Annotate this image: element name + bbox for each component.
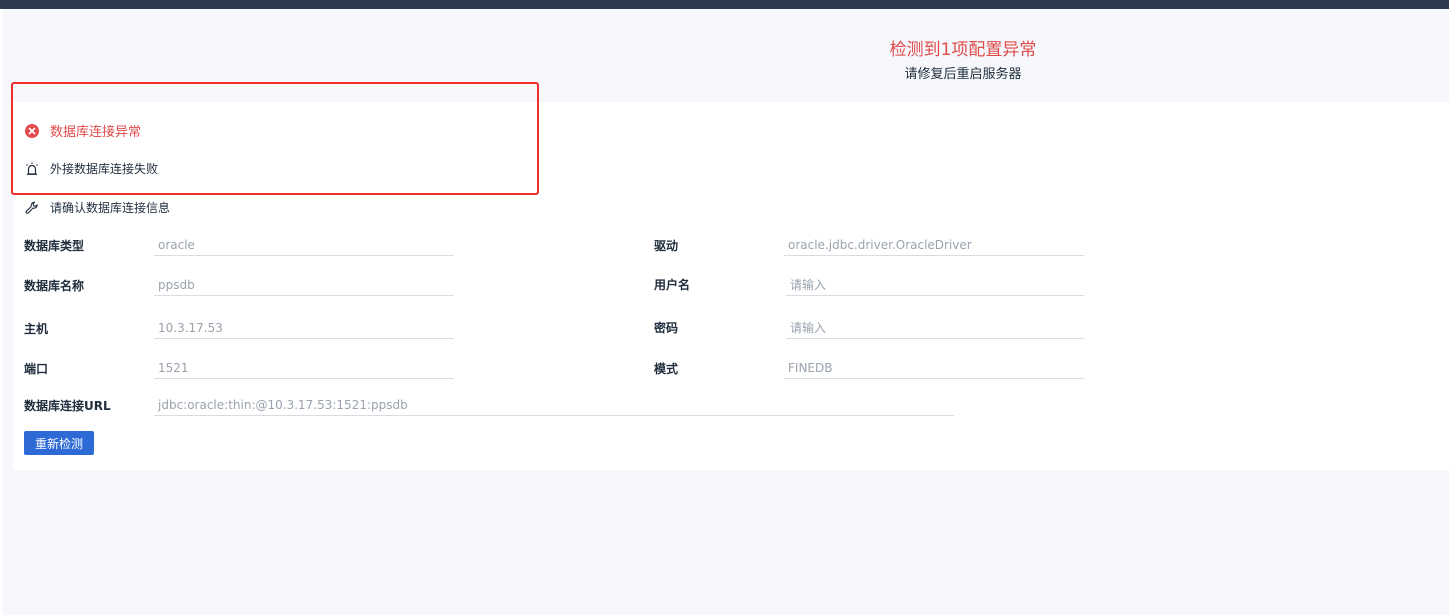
driver-input[interactable]	[784, 234, 1084, 256]
alarm-bell-icon	[24, 161, 40, 177]
page-title: 检测到1项配置异常	[889, 40, 1037, 60]
hint-row: 请确认数据库连接信息	[24, 199, 170, 216]
db-type-label: 数据库类型	[24, 239, 85, 253]
error-row: 数据库连接异常	[24, 121, 141, 140]
db-type-input[interactable]	[154, 234, 454, 256]
error-label: 数据库连接异常	[50, 125, 142, 140]
page-subtitle: 请修复后重启服务器	[904, 67, 1022, 82]
url-label: 数据库连接URL	[24, 399, 111, 413]
username-input[interactable]	[786, 274, 1084, 296]
recheck-button[interactable]: 重新检测	[24, 431, 94, 455]
detail-label: 外接数据库连接失败	[50, 162, 159, 176]
db-name-label: 数据库名称	[24, 279, 85, 293]
wrench-icon	[24, 200, 40, 216]
host-label: 主机	[24, 322, 49, 336]
top-bar	[0, 0, 1449, 9]
username-label: 用户名	[654, 278, 691, 292]
host-input[interactable]	[154, 317, 454, 339]
password-input[interactable]	[786, 317, 1084, 339]
schema-input[interactable]	[784, 357, 1084, 379]
detail-row: 外接数据库连接失败	[24, 160, 158, 177]
port-input[interactable]	[154, 357, 454, 379]
url-input[interactable]	[154, 394, 954, 416]
schema-label: 模式	[654, 362, 679, 376]
db-name-input[interactable]	[154, 274, 454, 296]
password-label: 密码	[654, 321, 679, 335]
error-circle-icon	[24, 123, 40, 139]
port-label: 端口	[24, 362, 49, 376]
hint-label: 请确认数据库连接信息	[50, 201, 171, 215]
driver-label: 驱动	[654, 239, 679, 253]
